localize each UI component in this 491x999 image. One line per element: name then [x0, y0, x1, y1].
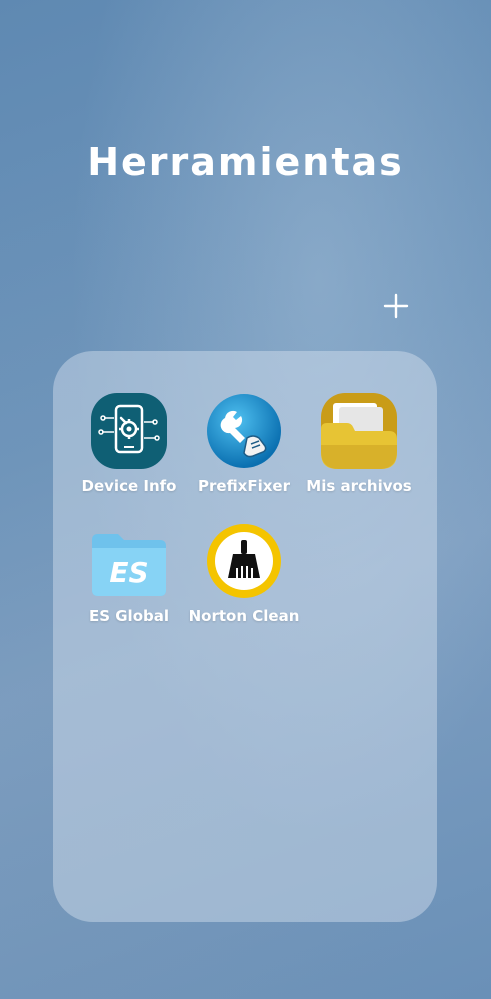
app-prefixfixer[interactable]: PrefixFixer	[184, 391, 304, 495]
svg-text:ES: ES	[109, 556, 148, 589]
broom-icon	[204, 521, 284, 601]
app-label: Device Info	[81, 477, 177, 495]
app-es-global[interactable]: ES ES Global	[69, 521, 189, 625]
app-mis-archivos[interactable]: Mis archivos	[299, 391, 419, 495]
app-label: Norton Clean	[188, 607, 300, 625]
app-label: ES Global	[88, 607, 170, 625]
app-label: Mis archivos	[306, 477, 412, 495]
add-apps-button[interactable]	[380, 288, 412, 324]
wrench-hand-icon	[204, 391, 284, 471]
device-info-icon	[89, 391, 169, 471]
folder-title[interactable]: Herramientas	[0, 140, 491, 184]
es-folder-icon: ES	[89, 521, 169, 601]
app-norton-clean[interactable]: Norton Clean	[184, 521, 304, 625]
app-device-info[interactable]: Device Info	[69, 391, 189, 495]
folder-panel: Device Info PrefixFixer Mis archivos ES …	[53, 351, 437, 922]
plus-icon	[383, 293, 409, 319]
app-label: PrefixFixer	[198, 477, 290, 495]
folder-icon	[319, 391, 399, 471]
